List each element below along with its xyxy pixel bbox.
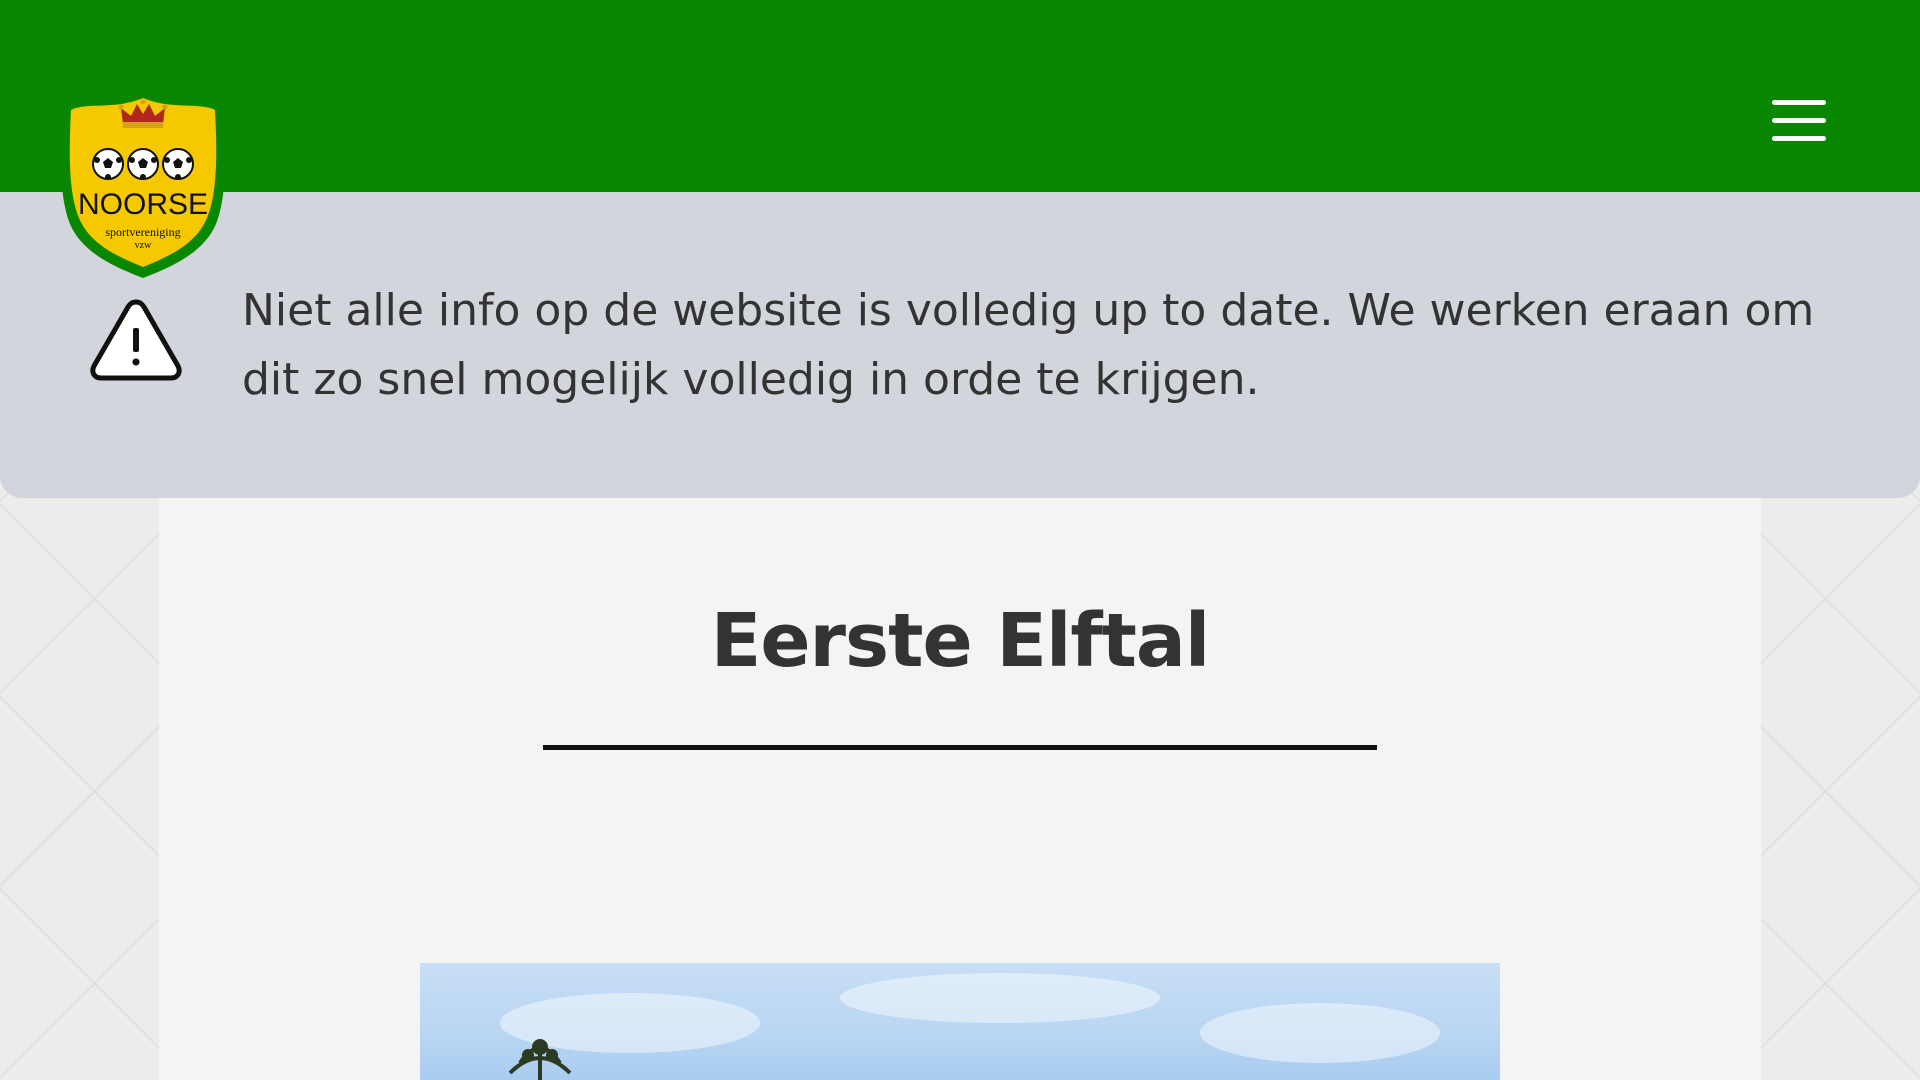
tree-silhouette-icon xyxy=(508,1039,572,1080)
warning-triangle-icon xyxy=(90,299,182,381)
notice-text: Niet alle info op de website is volledig… xyxy=(242,285,1815,405)
title-divider xyxy=(543,745,1377,750)
logo-subtitle: sportvereniging xyxy=(105,225,180,239)
menu-bar-1 xyxy=(1772,100,1826,105)
hamburger-menu-button[interactable] xyxy=(1770,96,1828,146)
logo-legal-form: vzw xyxy=(135,240,152,251)
club-logo[interactable]: NOORSE sportvereniging vzw xyxy=(56,84,230,280)
team-photo xyxy=(420,963,1500,1080)
update-notice-banner: Niet alle info op de website is volledig… xyxy=(0,192,1920,498)
main-content: Eerste Elftal xyxy=(159,498,1761,1080)
menu-bar-2 xyxy=(1772,118,1826,123)
menu-bar-3 xyxy=(1772,136,1826,141)
logo-club-name: NOORSE xyxy=(78,188,208,221)
page-title: Eerste Elftal xyxy=(710,598,1210,684)
site-header xyxy=(0,0,1920,192)
